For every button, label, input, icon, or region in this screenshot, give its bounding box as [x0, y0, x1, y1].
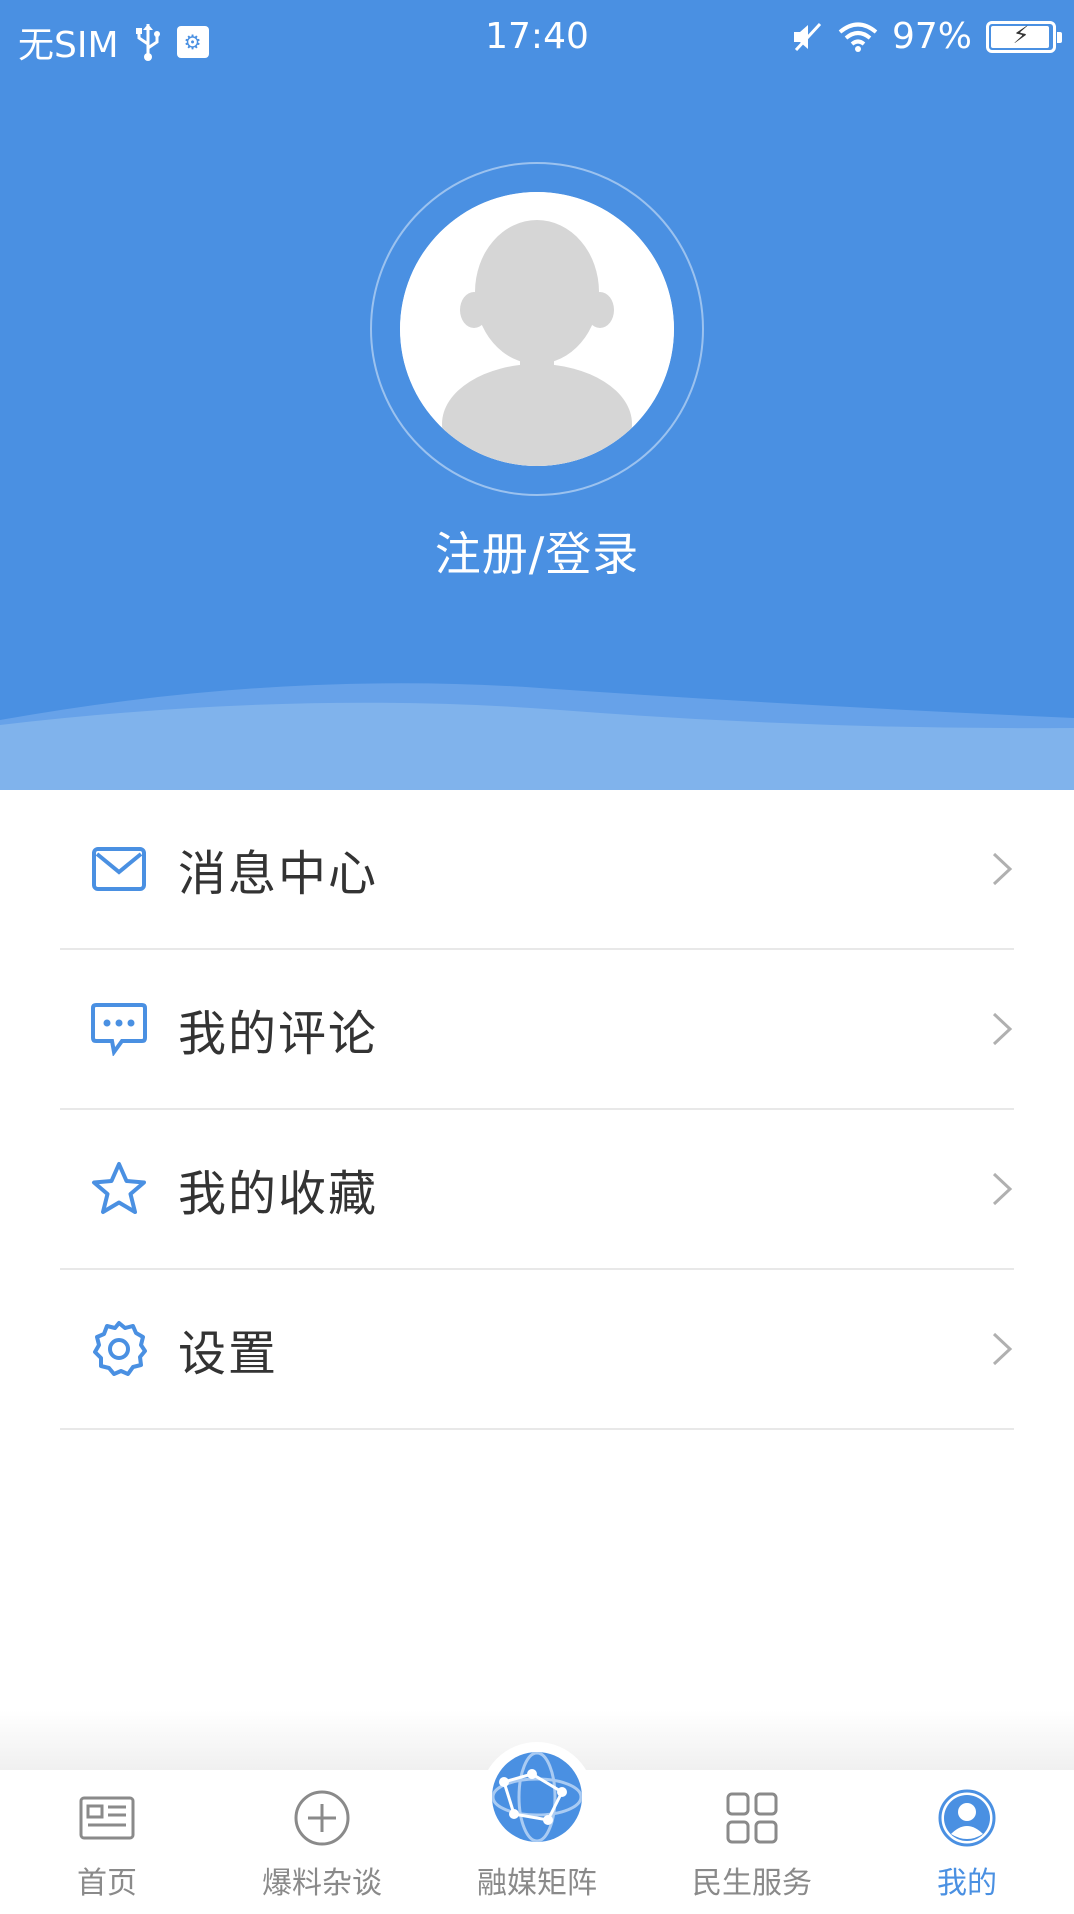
menu-item-label: 我的收藏	[178, 1166, 379, 1222]
default-avatar-icon[interactable]	[400, 192, 674, 466]
gear-icon	[88, 1318, 150, 1380]
tab-mine[interactable]: 我的	[860, 1770, 1074, 1914]
wifi-icon	[838, 22, 878, 52]
user-circle-icon	[938, 1789, 996, 1847]
menu-list: 消息中心 我的评论 我的收藏 设置	[0, 790, 1074, 1430]
chevron-right-icon	[992, 1172, 1013, 1206]
profile-screen: 无SIM ⚙ 17:40 97% ⚡ 注册/登录 消息中心 我的评论 我的收藏 …	[0, 0, 1074, 1914]
header-wave	[0, 683, 1074, 790]
tab-label: 我的	[937, 1866, 997, 1901]
battery-percent: 97%	[891, 16, 972, 57]
menu-item-settings[interactable]: 设置	[60, 1270, 1014, 1430]
menu-item-label: 消息中心	[178, 846, 379, 902]
plus-circle-icon	[294, 1790, 350, 1846]
tab-home[interactable]: 首页	[0, 1770, 214, 1914]
tab-tips[interactable]: 爆料杂谈	[215, 1770, 429, 1914]
menu-item-my-comments[interactable]: 我的评论	[60, 950, 1014, 1110]
grid-icon	[726, 1792, 778, 1844]
status-bar: 无SIM ⚙ 17:40 97% ⚡	[0, 0, 1074, 76]
battery-charging-icon: ⚡	[986, 20, 1062, 53]
star-icon	[88, 1158, 150, 1220]
clock: 17:40	[485, 16, 589, 57]
tab-label: 首页	[77, 1866, 137, 1901]
globe-network-icon[interactable]	[492, 1752, 582, 1842]
chevron-right-icon	[992, 852, 1013, 886]
tab-label: 融媒矩阵	[477, 1866, 597, 1901]
chevron-right-icon	[992, 1012, 1013, 1046]
menu-item-message-center[interactable]: 消息中心	[60, 790, 1014, 950]
tab-label: 爆料杂谈	[262, 1866, 382, 1901]
tab-label: 民生服务	[692, 1866, 812, 1901]
register-login-link[interactable]: 注册/登录	[0, 518, 1074, 584]
mute-icon	[793, 22, 822, 51]
chevron-right-icon	[992, 1332, 1013, 1366]
menu-item-label: 我的评论	[178, 1006, 379, 1062]
mail-icon	[88, 838, 150, 900]
menu-item-label: 设置	[178, 1326, 279, 1382]
tab-services[interactable]: 民生服务	[645, 1770, 859, 1914]
menu-item-my-favorites[interactable]: 我的收藏	[60, 1110, 1014, 1270]
profile-header: 无SIM ⚙ 17:40 97% ⚡ 注册/登录	[0, 0, 1074, 790]
news-icon	[79, 1796, 135, 1840]
comment-icon	[88, 998, 150, 1060]
